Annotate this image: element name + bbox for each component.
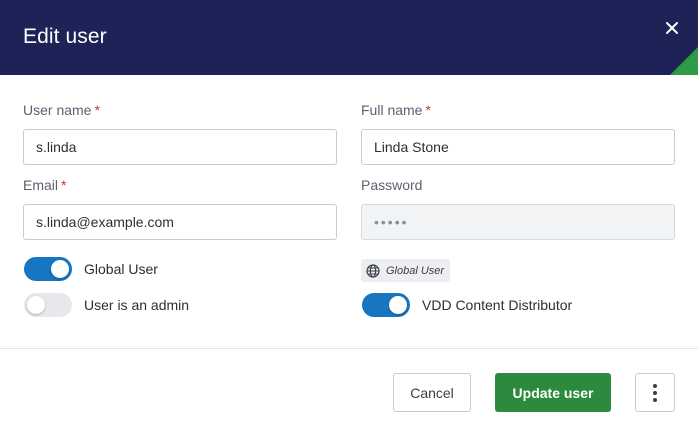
more-options-button[interactable] xyxy=(635,373,675,412)
scope-badge-label: Global User xyxy=(386,264,445,277)
update-user-button[interactable]: Update user xyxy=(495,373,611,412)
toggle-knob xyxy=(51,260,69,278)
fullname-field[interactable]: Linda Stone xyxy=(361,129,675,165)
global-user-label: Global User xyxy=(84,261,158,277)
password-value: ••••• xyxy=(374,214,409,230)
dialog-header: Edit user xyxy=(0,0,698,75)
dialog-title: Edit user xyxy=(23,25,107,48)
username-label-text: User name xyxy=(23,102,92,118)
vdd-distributor-toggle[interactable] xyxy=(362,293,410,317)
password-label: Password xyxy=(361,177,423,193)
scope-badge: Global User xyxy=(361,259,451,282)
required-mark: * xyxy=(94,102,100,118)
close-icon xyxy=(666,22,678,34)
username-label: User name * xyxy=(23,102,100,118)
vdd-row: VDD Content Distributor xyxy=(362,293,572,317)
email-field[interactable]: s.linda@example.com xyxy=(23,204,337,240)
footer-divider xyxy=(0,348,698,349)
admin-toggle[interactable] xyxy=(24,293,72,317)
email-label-text: Email xyxy=(23,177,59,193)
global-user-row: Global User xyxy=(24,257,158,281)
more-vertical-icon xyxy=(653,382,657,403)
close-button[interactable] xyxy=(660,16,684,40)
email-value: s.linda@example.com xyxy=(36,214,174,230)
vdd-distributor-label: VDD Content Distributor xyxy=(422,297,573,313)
fullname-label: Full name * xyxy=(361,102,431,118)
admin-label: User is an admin xyxy=(84,297,190,313)
password-field: ••••• xyxy=(361,204,675,240)
toggle-knob xyxy=(27,296,45,314)
required-mark: * xyxy=(425,102,431,118)
globe-icon xyxy=(366,263,380,278)
username-value: s.linda xyxy=(36,139,77,155)
cancel-button[interactable]: Cancel xyxy=(393,373,471,412)
global-user-toggle[interactable] xyxy=(24,257,72,281)
toggle-knob xyxy=(389,296,407,314)
fullname-value: Linda Stone xyxy=(374,139,449,155)
corner-accent xyxy=(670,47,698,75)
fullname-label-text: Full name xyxy=(361,102,423,118)
admin-row: User is an admin xyxy=(24,293,189,317)
username-field[interactable]: s.linda xyxy=(23,129,337,165)
required-mark: * xyxy=(61,177,67,193)
email-label: Email * xyxy=(23,177,66,193)
